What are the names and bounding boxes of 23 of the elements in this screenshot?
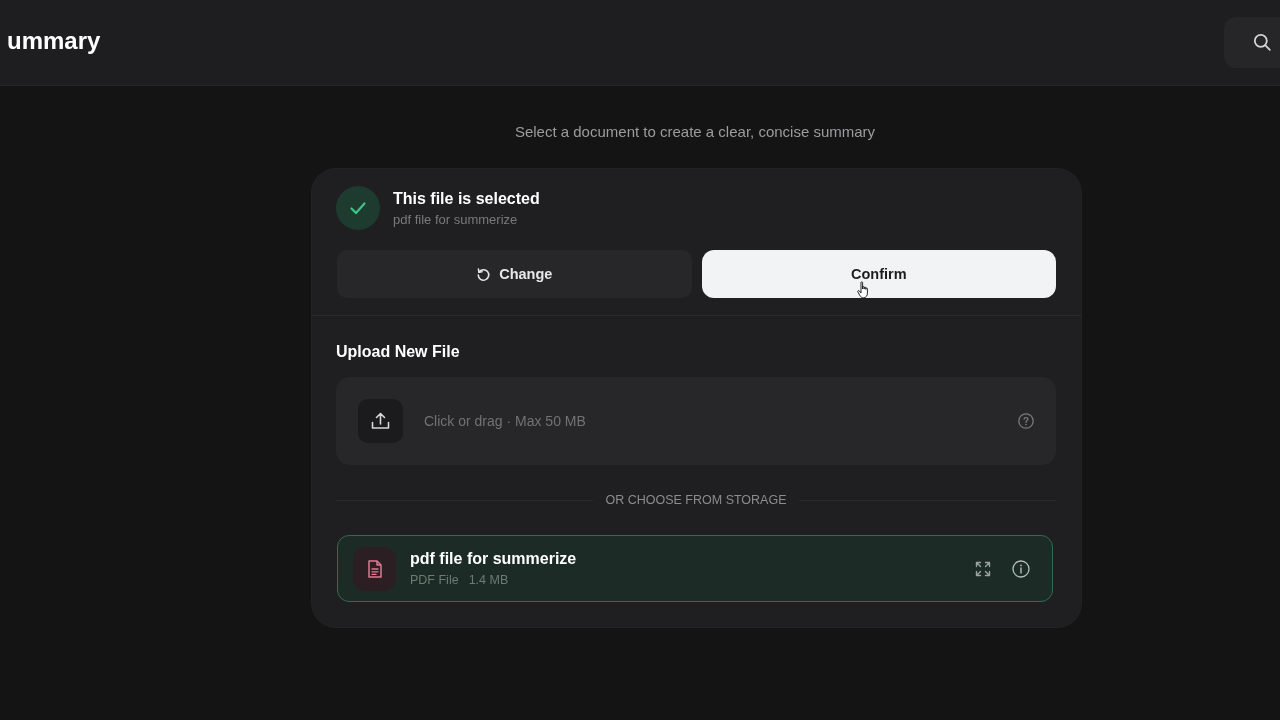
- upload-heading: Upload New File: [336, 342, 461, 362]
- page-title: ummary: [7, 26, 101, 55]
- selected-file-name: pdf file for summerize: [393, 211, 519, 227]
- hand-cursor-icon: [856, 281, 871, 299]
- selection-title: This file is selected: [393, 189, 540, 208]
- confirm-button[interactable]: Confirm: [701, 250, 1056, 298]
- storage-file-item[interactable]: pdf file for summerize PDF File 1.4 MB: [337, 535, 1053, 602]
- upload-icon: [358, 399, 403, 443]
- file-name: pdf file for summerize: [410, 550, 578, 568]
- document-icon: [353, 546, 396, 591]
- page-subtitle: Select a document to create a clear, concise summary: [514, 123, 876, 141]
- help-icon[interactable]: [1018, 413, 1034, 429]
- file-type: PDF File: [410, 573, 459, 587]
- search-button[interactable]: [1224, 16, 1280, 68]
- upload-hint: Click or drag · Max 50 MB: [424, 413, 587, 429]
- change-button[interactable]: Change: [337, 250, 692, 298]
- file-size: 1.4 MB: [468, 573, 509, 587]
- info-icon[interactable]: [1012, 559, 1030, 578]
- refresh-icon: [476, 266, 492, 282]
- search-icon: [1253, 33, 1271, 51]
- expand-icon[interactable]: [975, 560, 991, 577]
- check-icon: [336, 186, 380, 230]
- storage-divider-label: OR CHOOSE FROM STORAGE: [605, 492, 787, 508]
